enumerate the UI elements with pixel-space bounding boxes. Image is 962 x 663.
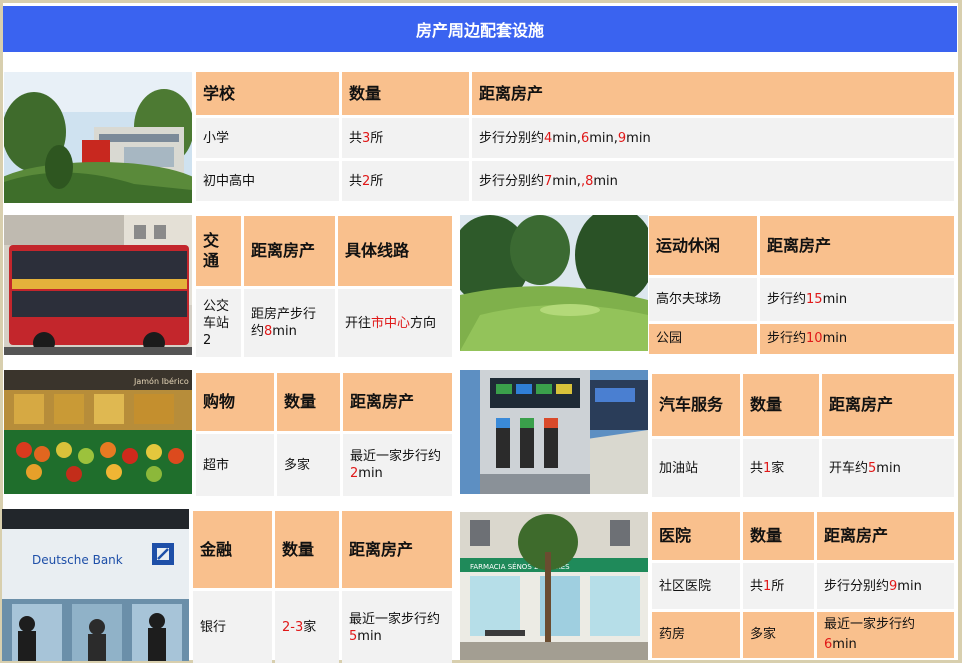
page-title: 房产周边配套设施 xyxy=(3,6,957,52)
table-row: 银行 2-3家 最近一家步行约5min xyxy=(193,591,452,663)
hospital-header-distance: 距离房产 xyxy=(817,512,954,560)
sport-header-distance: 距离房产 xyxy=(760,216,954,275)
store-sign: Jamón Ibérico xyxy=(133,376,189,386)
sport-row-distance: 步行约10min xyxy=(760,324,954,354)
hospital-row-type: 社区医院 xyxy=(652,563,740,609)
finance-header-type: 金融 xyxy=(193,511,272,588)
shopping-header-type: 购物 xyxy=(196,373,274,431)
finance-header-count: 数量 xyxy=(275,511,339,588)
table-row: 超市 多家 最近一家步行约2min xyxy=(196,434,452,496)
school-header-type: 学校 xyxy=(196,72,339,115)
table-row: 加油站 共1家 开车约5min xyxy=(652,439,954,497)
school-row-count: 共3所 xyxy=(342,118,469,158)
school-header-distance: 距离房产 xyxy=(472,72,954,115)
shopping-row-type: 超市 xyxy=(196,434,274,496)
supermarket-photo: Jamón Ibérico xyxy=(4,370,192,494)
finance-row-type: 银行 xyxy=(193,591,272,663)
school-row-distance: 步行分别约7min,,8min xyxy=(472,161,954,201)
school-table: 学校 数量 距离房产 小学 共3所 步行分别约4min,6min,9min 初中… xyxy=(193,69,957,204)
bank-photo: Deutsche Bank xyxy=(2,509,189,661)
finance-table: 金融 数量 距离房产 银行 2-3家 最近一家步行约5min xyxy=(190,508,455,663)
transport-row-route: 开往市中心方向 xyxy=(338,289,452,357)
pharmacy-photo: FARMACIA SÉNOS 24 HORES xyxy=(460,512,648,660)
golf-photo xyxy=(460,215,648,351)
auto-header-type: 汽车服务 xyxy=(652,374,740,436)
hospital-header-count: 数量 xyxy=(743,512,814,560)
sport-row-distance: 步行约15min xyxy=(760,278,954,321)
shopping-row-distance: 最近一家步行约2min xyxy=(343,434,452,496)
hospital-header-type: 医院 xyxy=(652,512,740,560)
finance-header-distance: 距离房产 xyxy=(342,511,452,588)
hospital-row-count: 多家 xyxy=(743,612,814,658)
transport-header-distance: 距离房产 xyxy=(244,216,335,286)
table-row: 公园 步行约10min xyxy=(649,324,954,354)
table-row: 高尔夫球场 步行约15min xyxy=(649,278,954,321)
auto-header-count: 数量 xyxy=(743,374,819,436)
auto-table: 汽车服务 数量 距离房产 加油站 共1家 开车约5min xyxy=(649,371,957,500)
auto-row-count: 共1家 xyxy=(743,439,819,497)
sport-row-type: 公园 xyxy=(649,324,757,354)
school-row-type: 小学 xyxy=(196,118,339,158)
hospital-row-count: 共1所 xyxy=(743,563,814,609)
transport-table: 交通 距离房产 具体线路 公交车站2 距房产步行约8min 开往市中心方向 xyxy=(193,213,455,360)
table-row: 社区医院 共1所 步行分别约9min xyxy=(652,563,954,609)
finance-row-distance: 最近一家步行约5min xyxy=(342,591,452,663)
shopping-table: 购物 数量 距离房产 超市 多家 最近一家步行约2min xyxy=(193,370,455,499)
finance-row-count: 2-3家 xyxy=(275,591,339,663)
hospital-row-type: 药房 xyxy=(652,612,740,658)
sport-row-type: 高尔夫球场 xyxy=(649,278,757,321)
school-row-type: 初中高中 xyxy=(196,161,339,201)
hospital-row-distance: 最近一家步行约6min xyxy=(817,612,954,658)
school-header-count: 数量 xyxy=(342,72,469,115)
shopping-header-count: 数量 xyxy=(277,373,340,431)
table-row: 初中高中 共2所 步行分别约7min,,8min xyxy=(196,161,954,201)
transport-row-distance: 距房产步行约8min xyxy=(244,289,335,357)
table-row: 小学 共3所 步行分别约4min,6min,9min xyxy=(196,118,954,158)
hospital-table: 医院 数量 距离房产 社区医院 共1所 步行分别约9min 药房 多家 最近一家… xyxy=(649,509,957,661)
sport-header-type: 运动休闲 xyxy=(649,216,757,275)
transport-header-route: 具体线路 xyxy=(338,216,452,286)
shopping-header-distance: 距离房产 xyxy=(343,373,452,431)
school-row-distance: 步行分别约4min,6min,9min xyxy=(472,118,954,158)
shopping-row-count: 多家 xyxy=(277,434,340,496)
table-row: 公交车站2 距房产步行约8min 开往市中心方向 xyxy=(196,289,452,357)
bank-sign: Deutsche Bank xyxy=(32,553,123,567)
table-row: 药房 多家 最近一家步行约6min xyxy=(652,612,954,658)
auto-header-distance: 距离房产 xyxy=(822,374,954,436)
auto-row-type: 加油站 xyxy=(652,439,740,497)
hospital-row-distance: 步行分别约9min xyxy=(817,563,954,609)
sport-table: 运动休闲 距离房产 高尔夫球场 步行约15min 公园 步行约10min xyxy=(646,213,957,357)
school-photo xyxy=(4,72,192,203)
gas-station-photo xyxy=(460,370,648,494)
bus-photo xyxy=(4,215,192,355)
school-row-count: 共2所 xyxy=(342,161,469,201)
transport-header-type: 交通 xyxy=(196,216,241,286)
auto-row-distance: 开车约5min xyxy=(822,439,954,497)
transport-row-type: 公交车站2 xyxy=(196,289,241,357)
